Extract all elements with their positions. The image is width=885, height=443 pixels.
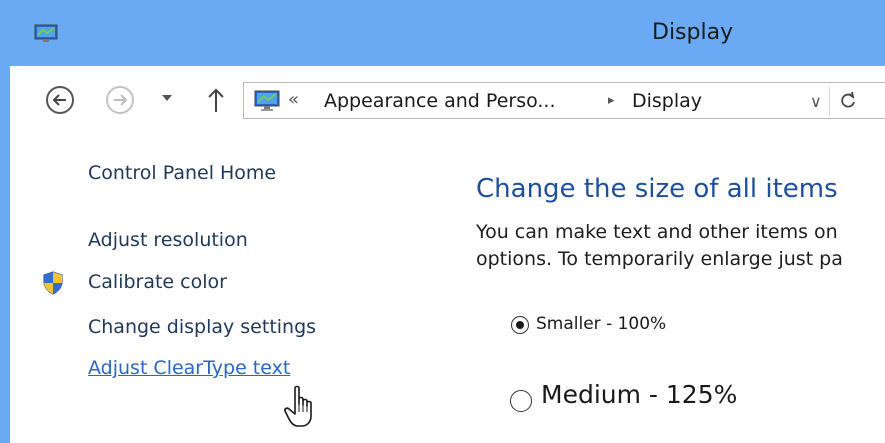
overflow-chevron[interactable]: «: [288, 89, 299, 110]
address-dropdown-icon[interactable]: ∨: [810, 92, 822, 111]
sidebar-item-control-panel-home[interactable]: Control Panel Home: [88, 162, 276, 184]
address-divider: [829, 87, 830, 115]
sidebar-item-change-display-settings[interactable]: Change display settings: [88, 316, 316, 338]
address-bar[interactable]: « Appearance and Perso... ▸ Display ∨: [243, 82, 885, 119]
page-heading: Change the size of all items: [476, 174, 838, 204]
page-description: You can make text and other items on opt…: [476, 219, 885, 273]
recent-locations-dropdown[interactable]: [162, 95, 172, 101]
forward-button[interactable]: [106, 86, 134, 114]
radio-label-medium[interactable]: Medium - 125%: [541, 380, 737, 409]
arrow-left-icon: [52, 94, 66, 106]
title-bar[interactable]: Display: [0, 0, 885, 66]
display-icon: [34, 24, 58, 42]
display-icon: [254, 90, 280, 111]
breadcrumb-separator-icon[interactable]: ▸: [608, 93, 615, 108]
breadcrumb-display[interactable]: Display: [632, 90, 702, 112]
breadcrumb-appearance[interactable]: Appearance and Perso...: [324, 90, 556, 112]
description-line-2: options. To temporarily enlarge just pa: [476, 248, 843, 270]
shield-icon: [43, 271, 63, 295]
refresh-icon[interactable]: [838, 88, 858, 112]
navigation-bar: « Appearance and Perso... ▸ Display ∨: [10, 66, 885, 134]
sidebar-item-adjust-cleartype-text[interactable]: Adjust ClearType text: [88, 357, 290, 379]
description-line-1: You can make text and other items on: [476, 221, 838, 243]
back-button[interactable]: [46, 86, 74, 114]
window-title: Display: [652, 20, 734, 45]
sidebar-item-adjust-resolution[interactable]: Adjust resolution: [88, 229, 248, 251]
radio-medium[interactable]: [510, 390, 532, 412]
hand-cursor-icon: [284, 385, 312, 427]
up-arrow-icon[interactable]: [206, 84, 226, 116]
radio-smaller[interactable]: [511, 316, 529, 334]
sidebar-item-calibrate-color[interactable]: Calibrate color: [88, 271, 227, 293]
arrow-right-icon: [114, 94, 128, 106]
radio-label-smaller[interactable]: Smaller - 100%: [536, 314, 666, 334]
